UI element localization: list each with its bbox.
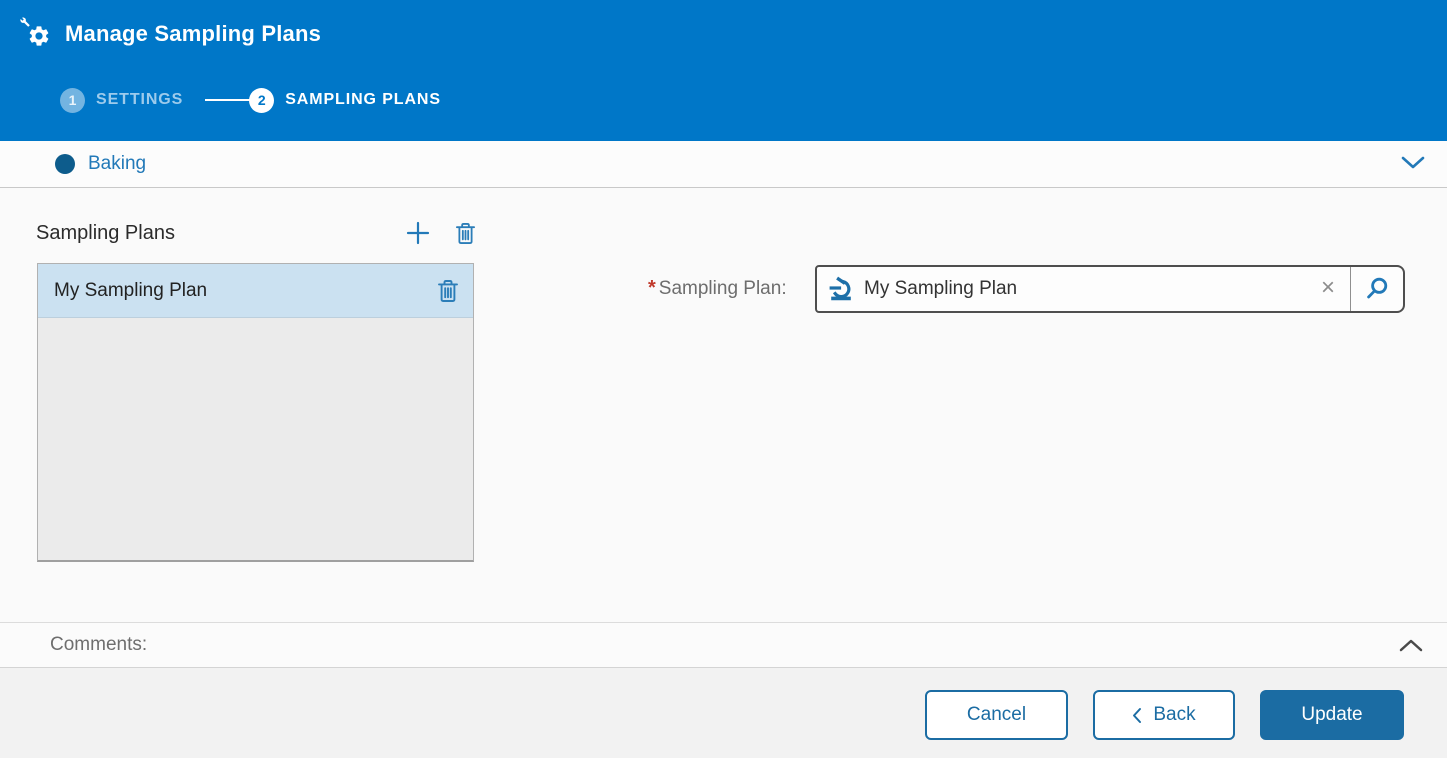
comments-section-toggle[interactable]: Comments:	[0, 622, 1447, 668]
add-plan-button[interactable]	[405, 220, 431, 246]
section-title: Baking	[88, 153, 146, 175]
step-label: SETTINGS	[96, 91, 183, 109]
required-asterisk: *	[648, 277, 656, 300]
sampling-plan-field-label-group: * Sampling Plan:	[648, 265, 787, 313]
step-settings[interactable]: 1 SETTINGS	[60, 88, 183, 113]
section-bullet-icon	[55, 154, 75, 174]
chevron-left-icon	[1132, 707, 1142, 724]
sampling-plans-list[interactable]: My Sampling Plan	[37, 263, 474, 562]
back-button[interactable]: Back	[1093, 690, 1235, 740]
step-sampling-plans[interactable]: 2 SAMPLING PLANS	[249, 88, 441, 113]
dialog-header: Manage Sampling Plans 1 SETTINGS 2 SAMPL…	[0, 0, 1447, 141]
cancel-button[interactable]: Cancel	[925, 690, 1068, 740]
delete-plan-button[interactable]	[455, 222, 476, 245]
sampling-plan-lookup-field[interactable]: My Sampling Plan ×	[815, 265, 1405, 313]
manage-sampling-plans-dialog: Manage Sampling Plans 1 SETTINGS 2 SAMPL…	[0, 0, 1447, 758]
clear-field-button[interactable]: ×	[1311, 276, 1350, 303]
step-number-badge: 2	[249, 88, 274, 113]
step-label: SAMPLING PLANS	[285, 91, 441, 109]
plan-item-label: My Sampling Plan	[54, 280, 437, 302]
step-number-badge: 1	[60, 88, 85, 113]
dialog-footer: Cancel Back Update	[0, 668, 1447, 758]
gear-wrench-icon	[20, 17, 54, 51]
field-label: Sampling Plan:	[659, 278, 787, 300]
plans-panel-header: Sampling Plans	[36, 220, 476, 246]
update-button[interactable]: Update	[1260, 690, 1404, 740]
delete-item-button[interactable]	[437, 279, 459, 303]
comments-label: Comments:	[50, 634, 147, 656]
section-header-baking[interactable]: Baking	[0, 141, 1447, 188]
chevron-up-icon[interactable]	[1399, 638, 1423, 657]
chevron-down-icon[interactable]	[1401, 156, 1425, 175]
plans-panel-title: Sampling Plans	[36, 222, 175, 245]
microscope-icon	[828, 276, 854, 302]
back-button-label: Back	[1153, 704, 1195, 726]
list-item-selected[interactable]: My Sampling Plan	[38, 264, 473, 318]
search-lookup-button[interactable]	[1351, 267, 1403, 311]
lookup-value[interactable]: My Sampling Plan	[864, 278, 1311, 300]
page-title: Manage Sampling Plans	[65, 21, 321, 47]
wizard-stepper: 1 SETTINGS 2 SAMPLING PLANS	[60, 87, 441, 113]
step-connector-line	[205, 99, 251, 101]
